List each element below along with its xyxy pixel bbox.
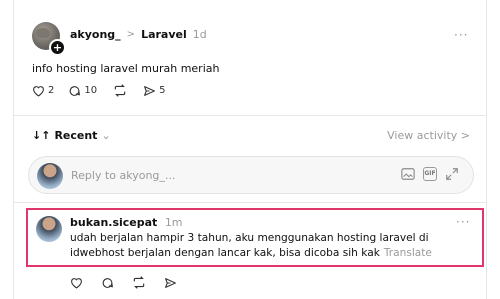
post-time: 1d	[192, 28, 207, 41]
reply-composer[interactable]: Reply to akyong_... GIF	[28, 156, 474, 194]
image-icon[interactable]	[401, 167, 415, 181]
chevron-down-icon: ⌄	[101, 129, 111, 142]
like-button[interactable]: 2	[32, 85, 54, 97]
comment-meta: bukan.sicepat 1m	[70, 216, 183, 229]
original-post: + akyong_ > Laravel 1d ··· info hosting …	[32, 22, 478, 102]
gif-icon[interactable]: GIF	[423, 167, 437, 181]
heart-icon	[71, 277, 82, 289]
post-topic[interactable]: Laravel	[141, 28, 187, 41]
comment-username[interactable]: bukan.sicepat	[70, 216, 157, 229]
comment-time: 1m	[164, 216, 183, 229]
post-avatar[interactable]: +	[32, 22, 66, 56]
comment-count: 10	[84, 85, 98, 96]
post-text: info hosting laravel murah meriah	[32, 62, 220, 75]
reply-avatar	[37, 163, 63, 189]
share-icon	[165, 277, 176, 288]
repost-icon	[133, 276, 145, 289]
sort-dropdown[interactable]: ↓↑ Recent ⌄	[32, 129, 111, 142]
divider	[14, 202, 486, 203]
comment-avatar[interactable]	[36, 216, 62, 242]
reply-tools: GIF	[401, 167, 459, 181]
repost-icon	[114, 84, 126, 97]
comment-like-button[interactable]	[70, 277, 83, 289]
comment-more-icon[interactable]: ···	[456, 215, 470, 229]
comment-repost-button[interactable]	[132, 276, 146, 289]
comment-actions	[70, 276, 177, 289]
post-more-icon[interactable]: ···	[454, 28, 468, 42]
comment-text: udah berjalan hampir 3 tahun, aku menggu…	[70, 231, 450, 261]
heart-icon	[33, 85, 44, 97]
comment-icon	[102, 278, 113, 288]
comment-highlight: bukan.sicepat 1m ··· udah berjalan hampi…	[26, 208, 484, 267]
view-activity-link[interactable]: View activity >	[387, 129, 470, 142]
translate-link[interactable]: Translate	[384, 247, 432, 259]
share-count: 5	[159, 85, 166, 96]
comment-reply-button[interactable]	[101, 276, 114, 289]
comment-body: udah berjalan hampir 3 tahun, aku menggu…	[70, 232, 429, 259]
sort-label: Recent	[54, 129, 98, 142]
comment-share-button[interactable]	[164, 277, 177, 289]
share-icon	[144, 85, 156, 96]
post-actions: 2 10 5	[32, 84, 165, 97]
reply-placeholder[interactable]: Reply to akyong_...	[71, 169, 175, 182]
sort-arrows-icon: ↓↑	[32, 129, 51, 142]
like-count: 2	[48, 85, 55, 96]
comment-icon	[70, 86, 81, 96]
divider	[14, 115, 486, 116]
comment-button[interactable]: 10	[68, 84, 97, 97]
post-meta: akyong_ > Laravel 1d	[70, 28, 207, 41]
share-button[interactable]: 5	[143, 85, 165, 97]
expand-icon[interactable]	[445, 167, 459, 181]
follow-plus-icon[interactable]: +	[49, 39, 66, 56]
post-username[interactable]: akyong_	[70, 28, 121, 41]
repost-button[interactable]	[113, 84, 127, 97]
topic-separator: >	[126, 29, 136, 40]
